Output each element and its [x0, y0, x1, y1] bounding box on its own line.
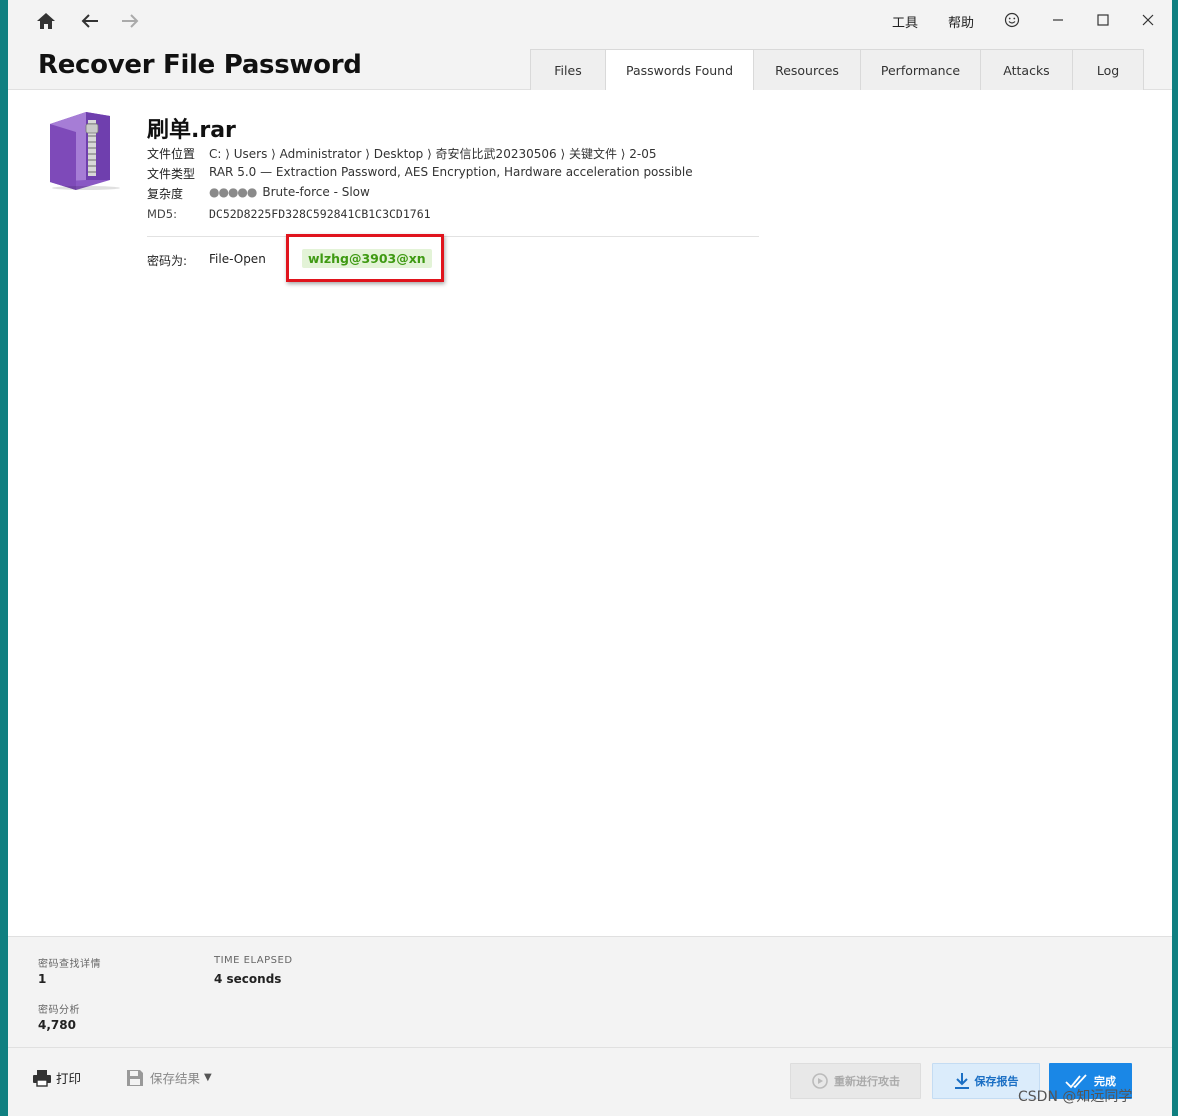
tab-performance[interactable]: Performance	[860, 49, 981, 90]
password-type: File-Open	[209, 252, 266, 266]
file-name: 刷单.rar	[147, 118, 236, 143]
download-icon	[954, 1072, 970, 1090]
floppy-disk-icon	[126, 1069, 144, 1087]
tab-files[interactable]: Files	[530, 49, 606, 90]
maximize-icon[interactable]	[1083, 6, 1123, 34]
file-location-row: 文件位置 C: ⟩ Users ⟩ Administrator ⟩ Deskto…	[147, 145, 657, 162]
restart-icon	[811, 1072, 829, 1090]
page-title: Recover File Password	[38, 50, 362, 80]
divider	[147, 236, 759, 237]
md5-value: DC52D8225FD328C592841CB1C3CD1761	[209, 207, 431, 221]
save-report-label: 保存报告	[974, 1075, 1019, 1088]
tab-attacks[interactable]: Attacks	[980, 49, 1073, 90]
print-label: 打印	[56, 1071, 82, 1086]
password-label: 密码为:	[147, 254, 188, 268]
watermark: CSDN @知远同学	[1018, 1089, 1133, 1105]
tab-log[interactable]: Log	[1072, 49, 1144, 90]
file-location-path: C: ⟩ Users ⟩ Administrator ⟩ Desktop ⟩ 奇…	[209, 147, 657, 161]
printer-icon	[32, 1069, 52, 1087]
home-icon[interactable]	[34, 10, 58, 32]
rerun-attack-button[interactable]: 重新进行攻击	[790, 1063, 921, 1099]
complexity-dots: ●●●●●	[209, 185, 257, 199]
stats-panel: 密码查找详情 1 TIME ELAPSED 4 seconds 密码分析 4,7…	[8, 936, 1172, 1048]
tab-resources[interactable]: Resources	[753, 49, 861, 90]
footer-bar: 打印 保存结果 ▼ 重新进行攻击 保存报告 完成	[8, 1049, 1172, 1116]
found-password[interactable]: wlzhg@3903@xn	[302, 249, 432, 268]
back-arrow-icon[interactable]	[78, 10, 102, 32]
rerun-attack-label: 重新进行攻击	[834, 1075, 900, 1088]
tab-bar: Files Passwords Found Resources Performa…	[530, 49, 1144, 91]
forward-arrow-icon[interactable]	[118, 10, 142, 32]
passwords-found-panel: 刷单.rar 文件位置 C: ⟩ Users ⟩ Administrator ⟩…	[8, 90, 1172, 936]
close-icon[interactable]	[1128, 6, 1168, 34]
save-results-button[interactable]: 保存结果 ▼	[126, 1068, 212, 1087]
save-results-label: 保存结果	[150, 1071, 201, 1086]
tab-passwords-found[interactable]: Passwords Found	[605, 49, 754, 91]
minimize-icon[interactable]	[1038, 6, 1078, 34]
file-location-label: 文件位置	[147, 147, 196, 161]
passwords-found-count-label: 密码查找详情	[38, 959, 101, 970]
top-bar: 工具 帮助 Recover File Password Files Passwo…	[8, 0, 1172, 91]
app-window: 工具 帮助 Recover File Password Files Passwo…	[8, 0, 1172, 1116]
complexity-row: 复杂度 ●●●●● Brute-force - Slow	[147, 185, 370, 202]
password-analysis-value: 4,780	[38, 1018, 76, 1032]
print-button[interactable]: 打印	[32, 1068, 81, 1087]
complexity-label: 复杂度	[147, 187, 184, 201]
complexity-value: Brute-force - Slow	[262, 185, 370, 199]
file-type-row: 文件类型 RAR 5.0 — Extraction Password, AES …	[147, 165, 693, 182]
passwords-found-count: 1	[38, 972, 47, 986]
feedback-smiley-icon[interactable]	[992, 6, 1032, 34]
winrar-archive-icon	[46, 110, 124, 190]
md5-label: MD5:	[147, 207, 177, 221]
menu-tools[interactable]: 工具	[892, 12, 918, 31]
time-elapsed-value: 4 seconds	[214, 972, 282, 986]
md5-row: MD5: DC52D8225FD328C592841CB1C3CD1761	[147, 207, 431, 221]
file-type-label: 文件类型	[147, 167, 196, 181]
password-analysis-label: 密码分析	[38, 1005, 80, 1016]
chevron-down-icon: ▼	[204, 1072, 212, 1083]
menu-help[interactable]: 帮助	[948, 12, 974, 31]
file-type-value: RAR 5.0 — Extraction Password, AES Encry…	[209, 165, 693, 179]
time-elapsed-label: TIME ELAPSED	[214, 955, 293, 966]
